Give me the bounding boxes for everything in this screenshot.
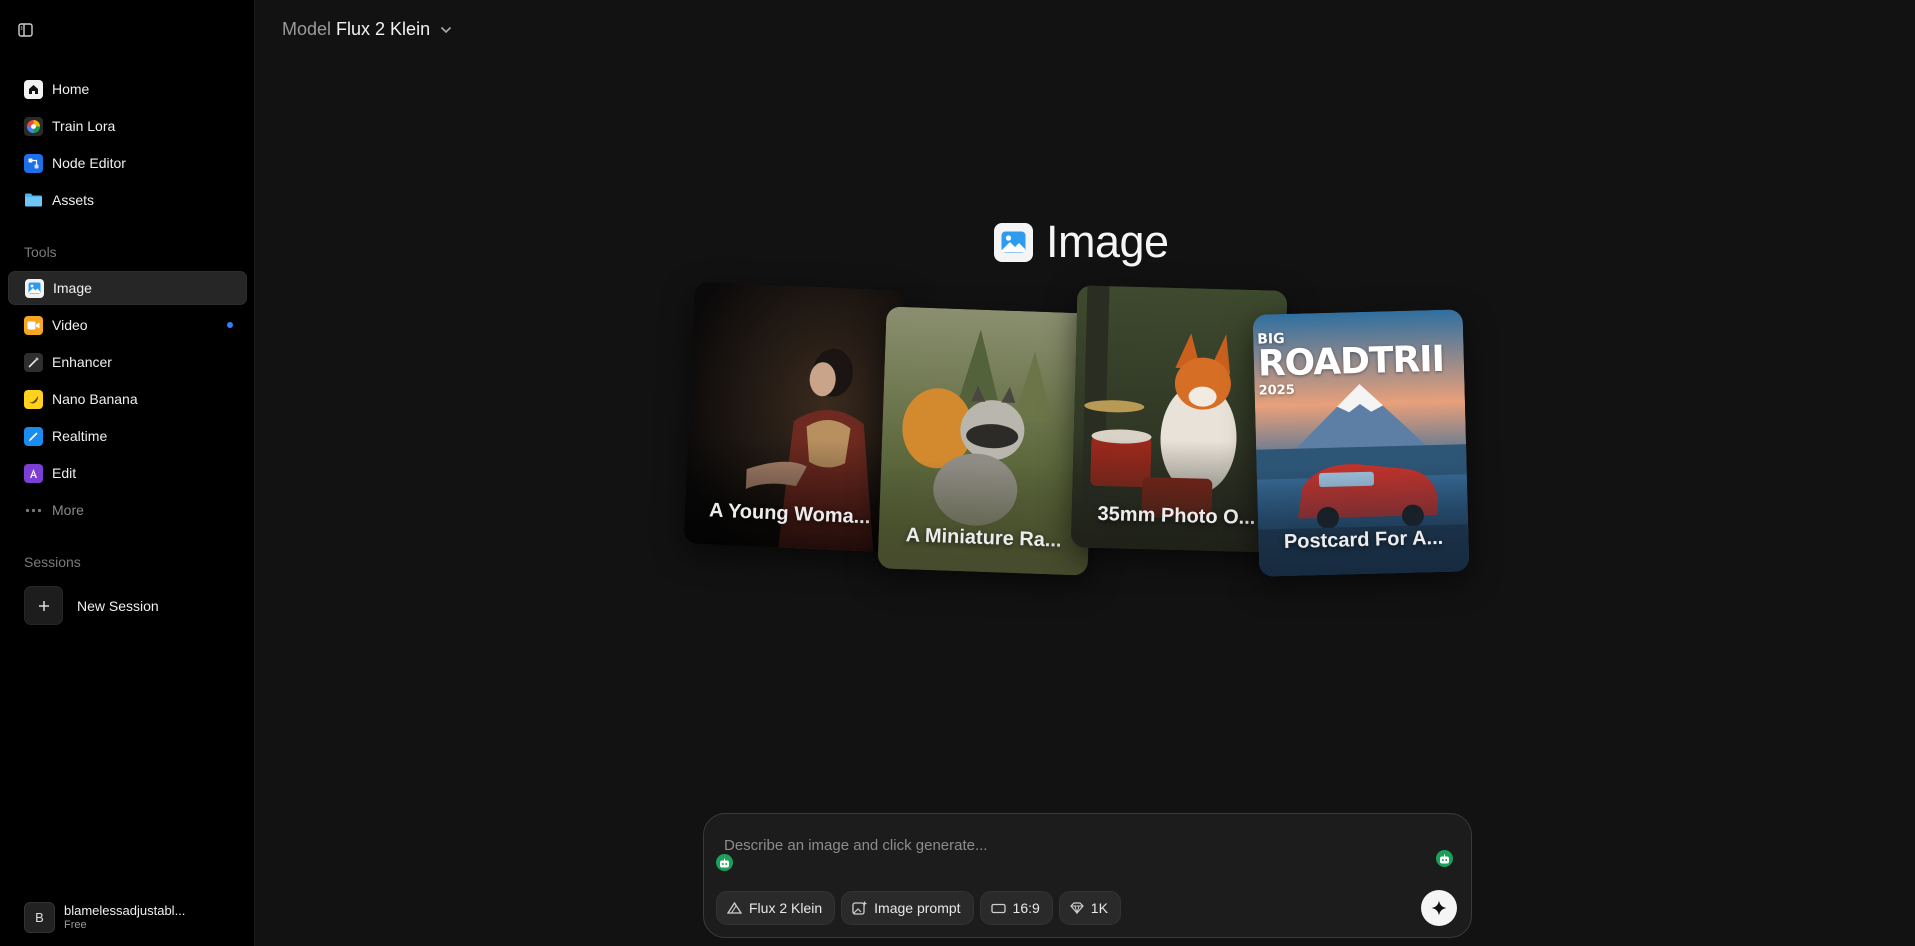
postcard-poster-text: BIG ROADTRII 2025 [1257,328,1445,399]
image-prompt-chip[interactable]: Image prompt [841,891,974,925]
model-selector-label: Model [282,19,332,39]
video-icon [24,315,43,335]
sidebar-item-edit[interactable]: Edit [8,456,247,490]
aspect-ratio-icon [990,903,1006,913]
image-plus-icon [852,901,867,915]
poster-big-text: ROADTRII [1257,338,1445,385]
home-icon [24,79,43,99]
new-session-button[interactable]: New Session [24,586,159,625]
tools-section-label: Tools [24,244,57,260]
card-shade [1070,437,1284,553]
example-card-postcard[interactable]: BIG ROADTRII 2025 Postcard For A... [1252,309,1470,577]
pen-icon [24,426,43,446]
sparkle-icon [1431,900,1447,916]
sidebar-item-label: Enhancer [52,354,112,370]
resolution-chip-label: 1K [1090,900,1108,916]
sidebar-item-label: Realtime [52,428,108,444]
sidebar-item-label: Assets [52,192,95,208]
aspect-ratio-chip[interactable]: 16:9 [979,891,1053,925]
app-root: Home Train Lora Node Editor Assets Tools… [0,0,1915,946]
page-title: Image [994,216,1169,268]
user-info: blamelessadjustabl... Free [64,903,185,932]
sidebar-item-home[interactable]: Home [8,72,247,106]
card-shade [877,458,1092,576]
image-icon [25,278,44,298]
node-editor-icon [24,153,43,173]
magic-wand-icon [24,352,43,372]
user-plan: Free [64,919,87,931]
resolution-chip[interactable]: 1K [1058,891,1121,925]
sidebar-item-nano-banana[interactable]: Nano Banana [8,382,247,416]
sidebar-item-assets[interactable]: Assets [8,183,247,217]
sidebar-item-realtime[interactable]: Realtime [8,419,247,453]
sessions-section-label: Sessions [24,554,81,570]
card-shade [1256,461,1470,577]
sidebar-item-enhancer[interactable]: Enhancer [8,345,247,379]
sidebar-item-label: Train Lora [52,118,116,134]
model-selector-value: Flux 2 Klein [336,19,431,39]
sidebar: Home Train Lora Node Editor Assets Tools… [0,0,255,946]
model-selector[interactable]: Model Flux 2 Klein [282,19,452,40]
sidebar-item-image[interactable]: Image [8,271,247,305]
sidebar-item-label: Node Editor [52,155,126,171]
new-session-label: New Session [77,597,159,614]
image-icon [994,222,1033,262]
sidebar-toggle-icon[interactable] [17,21,35,39]
generate-button[interactable] [1421,890,1457,926]
image-prompt-chip-label: Image prompt [874,900,961,916]
more-dots-icon [24,501,43,520]
sidebar-item-label: Home [52,81,90,97]
banana-icon [24,389,43,409]
prompt-input[interactable] [724,834,1404,856]
aspect-ratio-chip-label: 16:9 [1012,900,1040,916]
sidebar-item-label: Image [53,280,92,296]
sidebar-item-label: Video [52,317,88,333]
prompt-options: Flux 2 Klein Image prompt 16:9 1K [716,891,1121,925]
diamond-icon [1069,902,1084,914]
extension-bot-icon[interactable] [716,854,733,871]
card-shade [683,433,898,553]
example-card-miniature-raccoon[interactable]: A Miniature Ra... [877,306,1097,576]
sidebar-item-node-editor[interactable]: Node Editor [8,146,247,180]
model-chip[interactable]: Flux 2 Klein [716,891,836,925]
sidebar-item-label: More [52,502,84,518]
edit-icon [24,463,43,483]
train-lora-icon [24,116,43,136]
model-chip-label: Flux 2 Klein [749,900,823,916]
page-title-text: Image [1046,216,1169,267]
sidebar-item-label: Nano Banana [52,391,138,407]
avatar: B [24,902,55,933]
prompt-composer: Flux 2 Klein Image prompt 16:9 [703,813,1472,938]
chevron-down-icon [441,26,452,33]
user-profile[interactable]: B blamelessadjustabl... Free [24,902,185,933]
new-indicator-dot [227,322,233,328]
folder-icon [24,191,43,210]
plus-icon [24,586,63,625]
extension-bot-icon[interactable] [1436,850,1453,867]
user-name: blamelessadjustabl... [64,903,186,918]
model-icon [727,902,742,914]
sidebar-item-train-lora[interactable]: Train Lora [8,109,247,143]
example-card-young-woman[interactable]: A Young Woma... [683,281,905,553]
sidebar-item-label: Edit [52,465,77,481]
sidebar-item-more[interactable]: More [8,493,247,527]
sidebar-item-video[interactable]: Video [8,308,247,342]
